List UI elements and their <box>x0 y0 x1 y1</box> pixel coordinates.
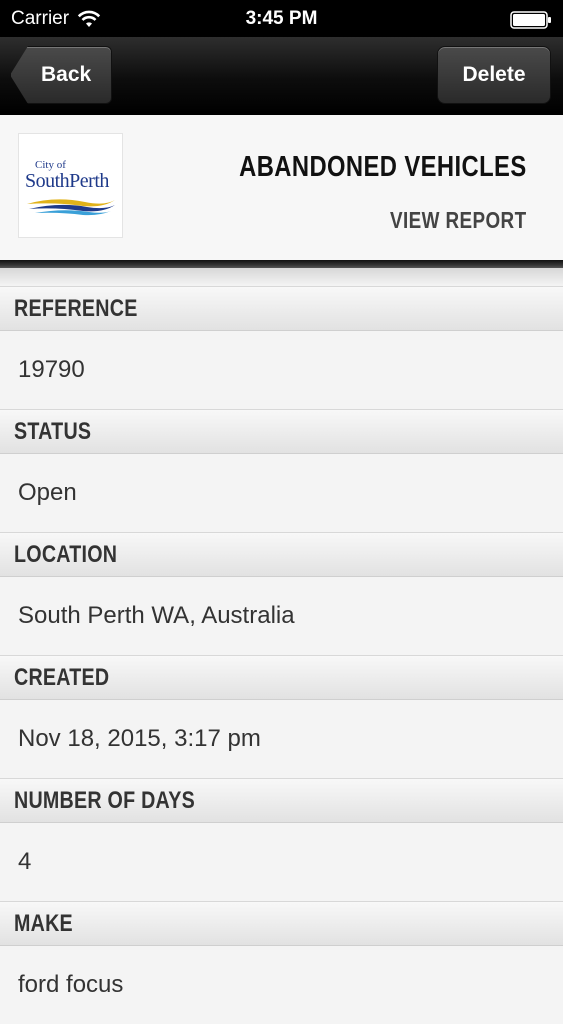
reference-value: 19790 <box>0 331 563 409</box>
logo-name-text: SouthPerth <box>25 170 109 192</box>
report-header: City of SouthPerth ABANDONED VEHICLES VI… <box>0 115 563 260</box>
view-report-link[interactable]: VIEW REPORT <box>390 207 527 234</box>
back-button[interactable]: Back <box>10 46 112 104</box>
reference-label: REFERENCE <box>0 286 563 331</box>
status-label: STATUS <box>0 409 563 454</box>
status-time: 3:45 PM <box>245 8 318 29</box>
city-of-south-perth-logo: City of SouthPerth <box>18 133 123 238</box>
page-title: ABANDONED VEHICLES <box>239 151 527 183</box>
header-divider <box>0 260 563 268</box>
delete-button[interactable]: Delete <box>437 46 551 104</box>
make-label: MAKE <box>0 901 563 946</box>
battery-icon <box>510 11 551 29</box>
status-bar: Carrier 3:45 PM <box>0 0 563 37</box>
location-value: South Perth WA, Australia <box>0 577 563 655</box>
number-of-days-label: NUMBER OF DAYS <box>0 778 563 823</box>
status-value: Open <box>0 454 563 532</box>
location-label: LOCATION <box>0 532 563 577</box>
navigation-bar: Back Delete <box>0 37 563 115</box>
report-fields: REFERENCE 19790 STATUS Open LOCATION Sou… <box>0 286 563 1024</box>
created-label: CREATED <box>0 655 563 700</box>
created-value: Nov 18, 2015, 3:17 pm <box>0 700 563 778</box>
make-value: ford focus <box>0 946 563 1024</box>
logo-swoosh-icon <box>27 199 115 216</box>
header-divider-shadow <box>0 268 563 286</box>
number-of-days-value: 4 <box>0 823 563 901</box>
